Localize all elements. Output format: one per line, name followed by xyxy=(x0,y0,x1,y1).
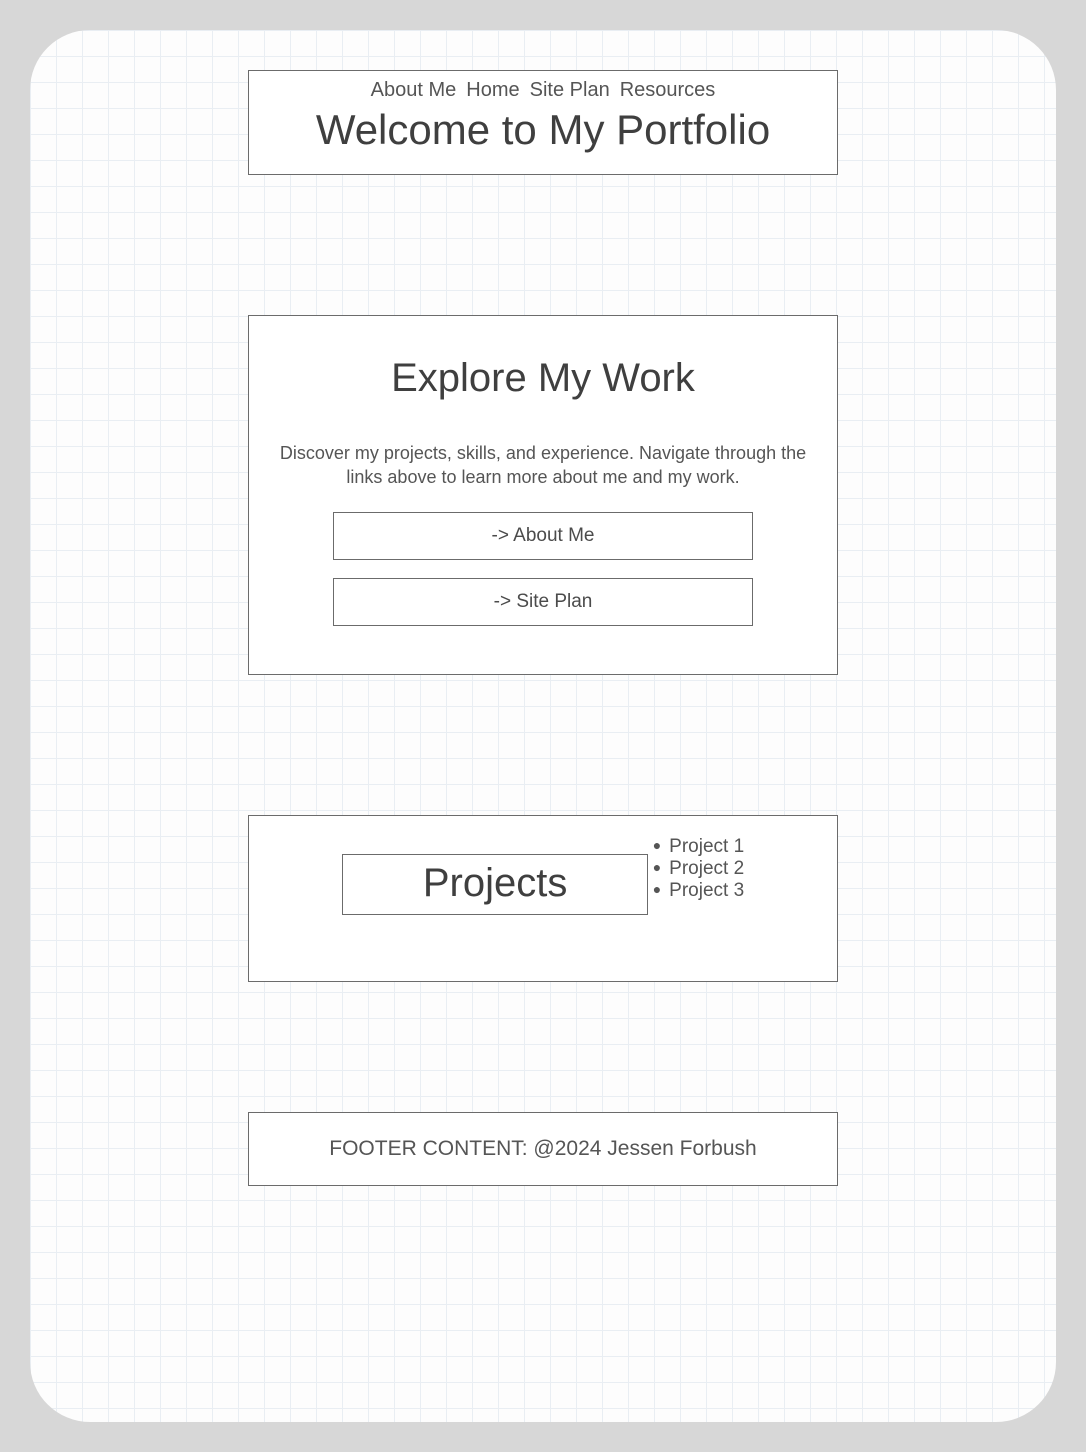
footer-text: FOOTER CONTENT: @2024 Jessen Forbush xyxy=(329,1137,756,1160)
projects-block: Projects Project 1 Project 2 Project 3 xyxy=(248,815,838,982)
project-list: Project 1 Project 2 Project 3 xyxy=(653,836,744,902)
explore-block: Explore My Work Discover my projects, sk… xyxy=(248,315,838,675)
explore-description: Discover my projects, skills, and experi… xyxy=(269,441,817,490)
nav-about[interactable]: About Me xyxy=(371,79,457,102)
site-plan-button[interactable]: -> Site Plan xyxy=(333,578,753,626)
projects-title-box: Projects xyxy=(342,854,649,915)
list-item: Project 1 xyxy=(653,836,744,858)
list-item: Project 3 xyxy=(653,880,744,902)
page-title: Welcome to My Portfolio xyxy=(259,106,827,154)
nav-home[interactable]: Home xyxy=(466,79,519,102)
nav-siteplan[interactable]: Site Plan xyxy=(530,79,610,102)
wireframe-page: About Me Home Site Plan Resources Welcom… xyxy=(30,30,1056,1422)
about-me-button[interactable]: -> About Me xyxy=(333,512,753,560)
nav-bar: About Me Home Site Plan Resources xyxy=(259,79,827,102)
nav-resources[interactable]: Resources xyxy=(620,79,716,102)
footer-block: FOOTER CONTENT: @2024 Jessen Forbush xyxy=(248,1112,838,1186)
list-item: Project 2 xyxy=(653,858,744,880)
projects-title: Projects xyxy=(423,861,568,906)
header-block: About Me Home Site Plan Resources Welcom… xyxy=(248,70,838,175)
explore-title: Explore My Work xyxy=(269,356,817,401)
